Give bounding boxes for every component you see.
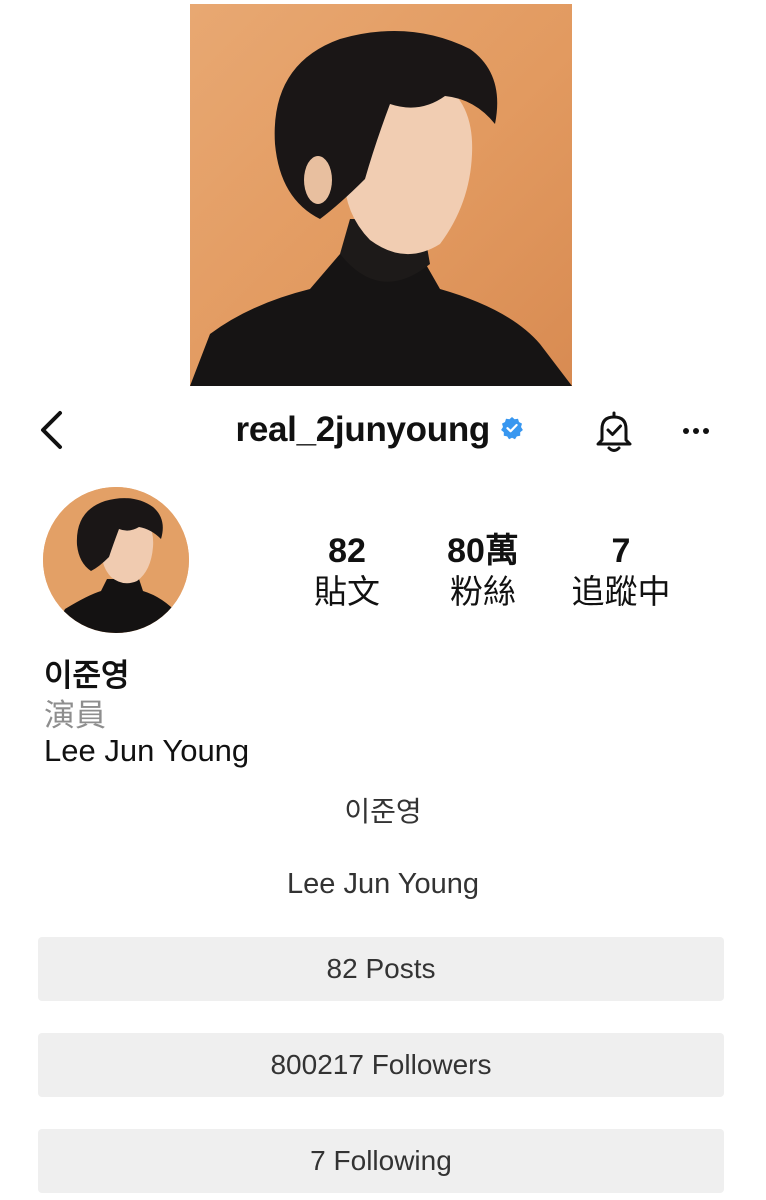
more-options-button[interactable] (674, 416, 718, 446)
profile-bio: Lee Jun Young (44, 733, 250, 768)
profile-top-bar: real_2junyoung (0, 400, 766, 462)
stat-followers-count: 80萬 (447, 532, 519, 570)
bell-check-icon (596, 411, 632, 452)
username-text: real_2junyoung (235, 410, 491, 449)
display-name: 이준영 (44, 658, 130, 693)
stat-posts[interactable]: 82 貼文 (277, 532, 417, 614)
profile-category: 演員 (44, 698, 106, 733)
stat-followers[interactable]: 80萬 粉絲 (413, 532, 553, 614)
verified-badge-icon (500, 416, 524, 440)
stat-followers-label: 粉絲 (450, 573, 516, 610)
avatar[interactable] (43, 487, 189, 633)
stat-following-label: 追蹤中 (571, 573, 671, 610)
avatar-portrait (43, 487, 189, 633)
stat-posts-label: 貼文 (314, 573, 380, 610)
profile-hero-photo (190, 4, 572, 386)
portrait-illustration (190, 31, 572, 386)
name-english: Lee Jun Young (287, 868, 479, 900)
stat-following[interactable]: 7 追蹤中 (551, 532, 691, 614)
followers-button[interactable]: 800217 Followers (38, 1033, 724, 1097)
stat-posts-count: 82 (328, 532, 366, 570)
notifications-button[interactable] (594, 408, 634, 454)
stat-following-count: 7 (611, 532, 631, 570)
following-button[interactable]: 7 Following (38, 1129, 724, 1193)
more-horizontal-icon (683, 428, 709, 434)
name-korean: 이준영 (344, 796, 422, 827)
posts-button[interactable]: 82 Posts (38, 937, 724, 1001)
username-title: real_2junyoung (0, 410, 766, 450)
